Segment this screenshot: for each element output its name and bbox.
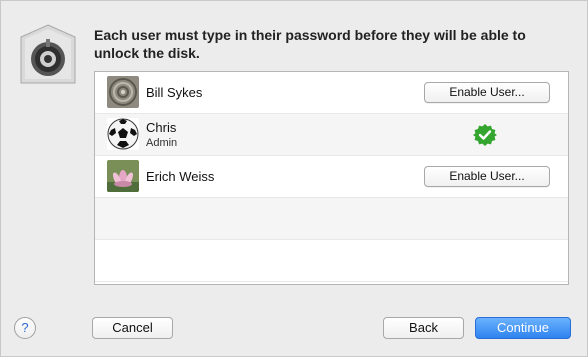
filevault-lock-icon bbox=[17, 23, 79, 85]
user-row-bill-sykes[interactable]: Bill Sykes Enable User... bbox=[95, 72, 568, 114]
cancel-button[interactable]: Cancel bbox=[92, 317, 173, 339]
stone-spiral-avatar bbox=[107, 76, 139, 108]
user-list: Bill Sykes Enable User... Chris Admin Er… bbox=[94, 71, 569, 285]
help-button[interactable]: ? bbox=[14, 317, 36, 339]
instruction-text: Each user must type in their password be… bbox=[94, 27, 526, 61]
enabled-checkmark-icon bbox=[473, 123, 497, 147]
empty-row bbox=[95, 198, 568, 240]
back-button[interactable]: Back bbox=[383, 317, 464, 339]
user-name: Chris bbox=[146, 120, 177, 135]
lotus-flower-avatar bbox=[107, 160, 139, 192]
enable-user-button[interactable]: Enable User... bbox=[424, 82, 550, 103]
soccer-ball-avatar bbox=[107, 118, 139, 150]
user-name: Erich Weiss bbox=[146, 169, 215, 184]
user-role: Admin bbox=[146, 137, 178, 149]
continue-button[interactable]: Continue bbox=[475, 317, 571, 339]
filevault-dialog: Each user must type in their password be… bbox=[0, 0, 588, 357]
empty-row bbox=[95, 240, 568, 282]
enable-user-button[interactable]: Enable User... bbox=[424, 166, 550, 187]
user-row-erich-weiss[interactable]: Erich Weiss Enable User... bbox=[95, 156, 568, 198]
user-name: Bill Sykes bbox=[146, 85, 203, 100]
user-row-chris[interactable]: Chris Admin bbox=[95, 114, 568, 156]
